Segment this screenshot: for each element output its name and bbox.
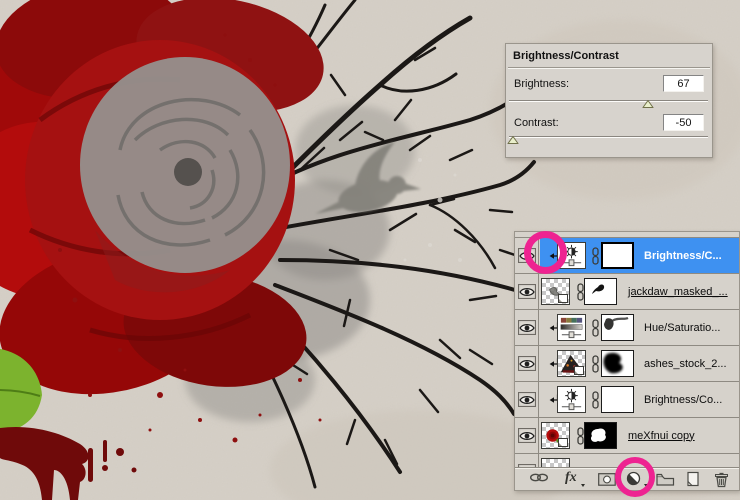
layer-thumbnail-brightness-contrast[interactable] xyxy=(557,386,586,413)
layer-visibility-toggle[interactable] xyxy=(515,346,539,381)
layer-row-content: jackdaw_masked_... xyxy=(540,274,739,309)
eye-icon xyxy=(519,394,535,406)
contrast-value-input[interactable] xyxy=(663,114,704,131)
layer-row[interactable]: jackdaw_masked_... xyxy=(515,273,739,309)
eye-icon xyxy=(519,430,535,442)
layer-visibility-toggle[interactable] xyxy=(515,310,539,345)
layer-name[interactable]: Brightness/C... xyxy=(644,250,722,262)
contrast-slider-thumb[interactable] xyxy=(507,136,518,144)
layer-visibility-toggle[interactable] xyxy=(515,274,539,309)
annotation-circle-new-adjustment-button xyxy=(615,457,655,497)
layer-name[interactable]: meXfnui copy xyxy=(628,430,695,442)
layer-mask-thumbnail[interactable] xyxy=(601,350,634,377)
brightness-value-input[interactable] xyxy=(663,75,704,92)
layer-row-content: meXfnui copy xyxy=(540,418,739,453)
annotation-circle-clipping-arrow xyxy=(524,231,567,274)
new-layer-icon[interactable] xyxy=(685,471,700,487)
layer-name[interactable]: Brightness/Co... xyxy=(644,394,722,406)
brightness-slider[interactable] xyxy=(509,97,708,110)
brightness-label: Brightness: xyxy=(514,78,569,90)
layer-name[interactable]: ashes_stock_2... xyxy=(644,358,727,370)
layer-row-content: Brightness/C... xyxy=(540,238,739,273)
contrast-slider-track[interactable] xyxy=(509,136,708,137)
mask-link-icon xyxy=(591,319,600,337)
new-group-icon[interactable] xyxy=(656,473,675,486)
layer-row[interactable]: meXfnui copy xyxy=(515,417,739,453)
brightness-slider-track[interactable] xyxy=(509,100,708,101)
eye-icon xyxy=(519,322,535,334)
layer-mask-thumbnail[interactable] xyxy=(601,242,634,269)
layer-visibility-toggle[interactable] xyxy=(515,382,539,417)
contrast-label: Contrast: xyxy=(514,117,559,129)
layer-mask-thumbnail[interactable] xyxy=(601,386,634,413)
add-layer-mask-icon[interactable] xyxy=(598,473,616,486)
mask-link-icon xyxy=(591,247,600,265)
layer-row[interactable]: Hue/Saturatio... xyxy=(515,309,739,345)
layer-mask-thumbnail[interactable] xyxy=(584,278,617,305)
layer-row-content: Hue/Saturatio... xyxy=(540,310,739,345)
title-separator xyxy=(508,67,710,69)
layer-visibility-toggle[interactable] xyxy=(515,418,539,453)
layer-visibility-toggle[interactable] xyxy=(515,454,539,467)
layer-thumbnail-hue-saturation[interactable] xyxy=(557,314,586,341)
delete-layer-icon[interactable] xyxy=(714,471,729,488)
smart-object-badge-icon xyxy=(558,438,568,447)
brightness-slider-thumb[interactable] xyxy=(643,100,654,108)
brightness-contrast-panel: Brightness/Contrast Brightness: Contrast… xyxy=(505,43,713,158)
panel-title: Brightness/Contrast xyxy=(513,50,619,62)
mask-link-icon xyxy=(591,391,600,409)
layer-row-content: Brightness/Co... xyxy=(540,382,739,417)
smart-object-badge-icon xyxy=(558,294,568,303)
mask-link-icon xyxy=(591,355,600,373)
layer-thumbnail-smart-object[interactable] xyxy=(541,278,570,305)
layer-thumbnail-rose[interactable] xyxy=(541,422,570,449)
layer-row[interactable]: ashes_stock_2... xyxy=(515,345,739,381)
layer-name[interactable]: jackdaw_masked_... xyxy=(628,286,728,298)
link-layers-icon[interactable] xyxy=(529,472,549,483)
layer-mask-thumbnail[interactable] xyxy=(601,314,634,341)
eye-icon xyxy=(519,358,535,370)
layer-name[interactable]: Hue/Saturatio... xyxy=(644,322,720,334)
layer-row[interactable]: Brightness/Co... xyxy=(515,381,739,417)
layer-row-content: ashes_stock_2... xyxy=(540,346,739,381)
layer-thumbnail-leaves-shadow[interactable] xyxy=(541,458,570,467)
layer-styles-caret-icon xyxy=(581,484,585,487)
layer-thumbnail-ashes-stock[interactable] xyxy=(557,350,586,377)
smart-object-badge-icon xyxy=(574,366,584,375)
layer-mask-thumbnail[interactable] xyxy=(584,422,617,449)
contrast-slider[interactable] xyxy=(509,133,708,146)
eye-icon xyxy=(519,286,535,298)
layer-styles-icon[interactable]: fx xyxy=(565,470,577,486)
